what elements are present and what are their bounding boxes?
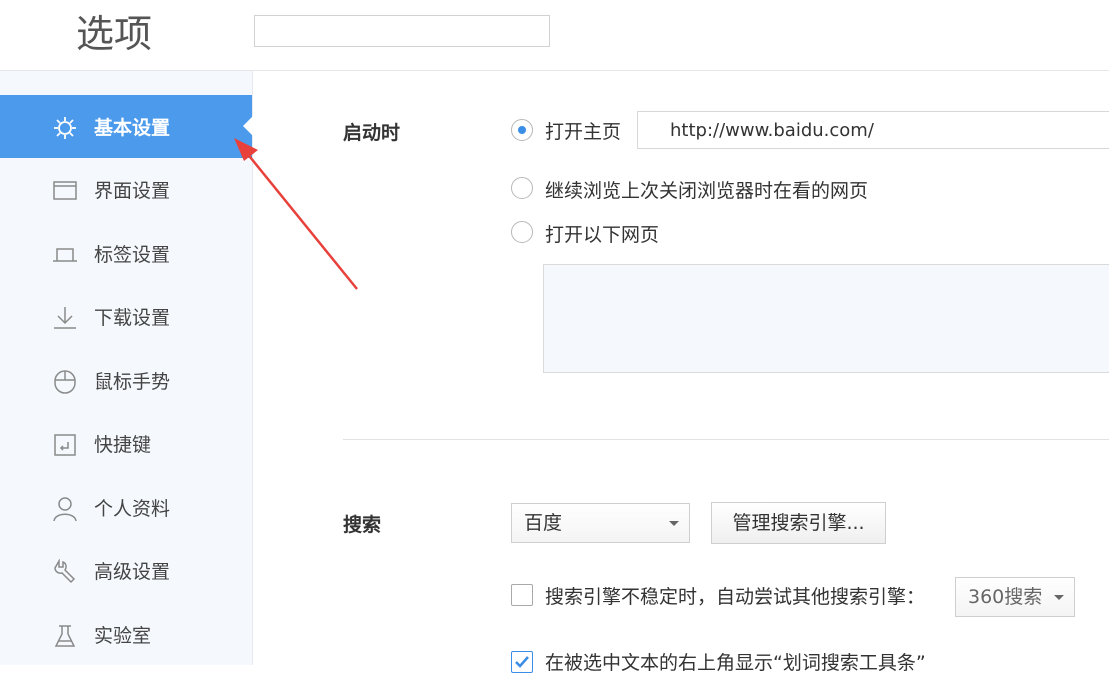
checkmark-icon — [515, 656, 529, 668]
startup-continue-session-radio[interactable] — [511, 177, 533, 199]
fallback-engine-selected: 360搜索 — [968, 586, 1043, 608]
startup-open-pages-radio[interactable] — [511, 221, 533, 243]
startup-open-pages-label: 打开以下网页 — [545, 224, 660, 246]
search-engine-select[interactable]: 百度 — [511, 503, 690, 543]
sidebar-item-label: 高级设置 — [94, 561, 171, 583]
chevron-down-icon — [1054, 595, 1064, 600]
search-engine-selected: 百度 — [524, 512, 563, 534]
sidebar-item-download-settings[interactable]: 下载设置 — [0, 285, 252, 348]
page-title: 选项 — [76, 12, 153, 56]
section-divider — [343, 439, 1109, 440]
sidebar-item-shortcuts[interactable]: 快捷键 — [0, 412, 252, 475]
sidebar-item-label: 界面设置 — [94, 180, 171, 202]
sidebar-item-label: 鼠标手势 — [94, 371, 171, 393]
selection-toolbar-label: 在被选中文本的右上角显示“划词搜索工具条” — [545, 652, 926, 674]
sidebar: 基本设置 界面设置 标签设置 下载设置 鼠标手势 快捷键 个人资料 高级设置 实… — [0, 71, 253, 665]
sidebar-item-lab[interactable]: 实验室 — [0, 603, 252, 666]
gear-icon — [52, 115, 78, 141]
fallback-search-checkbox[interactable] — [511, 584, 533, 606]
startup-pages-list[interactable] — [543, 264, 1109, 373]
shortcut-icon — [52, 432, 78, 458]
search-section-title: 搜索 — [343, 514, 382, 536]
sidebar-item-profile[interactable]: 个人资料 — [0, 476, 252, 539]
window-icon — [52, 178, 78, 204]
settings-content: 启动时 打开主页 继续浏览上次关闭浏览器时在看的网页 打开以下网页 搜索 百度 … — [253, 71, 1109, 674]
sidebar-item-label: 下载设置 — [94, 307, 171, 329]
sidebar-item-label: 个人资料 — [94, 498, 171, 520]
sidebar-item-interface-settings[interactable]: 界面设置 — [0, 158, 252, 221]
user-icon — [52, 496, 78, 522]
sidebar-item-tab-settings[interactable]: 标签设置 — [0, 222, 252, 285]
manage-search-engines-button[interactable]: 管理搜索引擎... — [711, 502, 886, 544]
sidebar-item-advanced-settings[interactable]: 高级设置 — [0, 539, 252, 602]
settings-search-input[interactable] — [254, 15, 550, 47]
header: 选项 — [0, 0, 1109, 71]
startup-continue-session-label: 继续浏览上次关闭浏览器时在看的网页 — [545, 180, 869, 202]
startup-section-title: 启动时 — [343, 122, 401, 144]
sidebar-item-label: 标签设置 — [94, 244, 171, 266]
sidebar-item-mouse-gestures[interactable]: 鼠标手势 — [0, 349, 252, 412]
download-icon — [52, 305, 78, 331]
chevron-down-icon — [669, 521, 679, 526]
active-indicator — [243, 116, 253, 136]
fallback-search-label: 搜索引擎不稳定时，自动尝试其他搜索引擎： — [545, 586, 926, 608]
tab-icon — [52, 242, 78, 268]
homepage-url-input[interactable] — [637, 111, 1109, 149]
mouse-icon — [52, 369, 78, 395]
fallback-engine-select[interactable]: 360搜索 — [955, 577, 1075, 617]
sidebar-item-label: 基本设置 — [94, 117, 171, 139]
sidebar-item-label: 快捷键 — [94, 434, 152, 456]
selection-toolbar-checkbox[interactable] — [511, 651, 533, 673]
sidebar-item-label: 实验室 — [94, 625, 152, 647]
flask-icon — [52, 623, 78, 649]
startup-open-homepage-label: 打开主页 — [545, 121, 622, 143]
startup-open-homepage-radio[interactable] — [511, 119, 533, 141]
sidebar-item-basic-settings[interactable]: 基本设置 — [0, 95, 253, 158]
wrench-icon — [52, 558, 78, 585]
